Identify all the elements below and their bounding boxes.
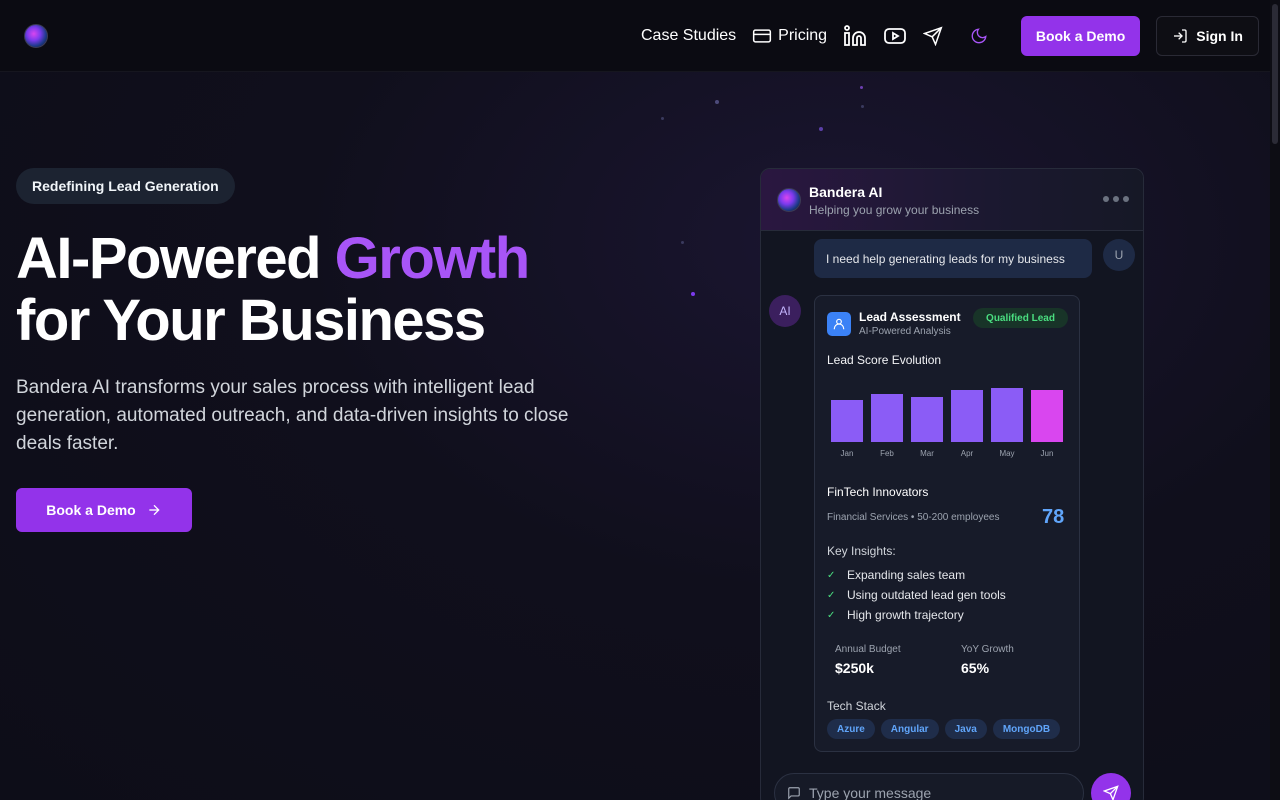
hero-badge: Redefining Lead Generation: [16, 168, 235, 204]
send-icon[interactable]: [921, 24, 945, 48]
check-icon: ✓: [827, 589, 836, 601]
chart-tick-label: Jun: [1041, 449, 1054, 458]
more-options-icon[interactable]: [1103, 196, 1129, 202]
chart-bar-jun: [1031, 390, 1063, 442]
scrollbar-thumb[interactable]: [1272, 4, 1278, 144]
chart-bar-mar: [911, 397, 943, 442]
chart-tick-label: May: [999, 449, 1014, 458]
insight-item: ✓ Expanding sales team: [827, 568, 965, 582]
book-demo-button[interactable]: Book a Demo: [1021, 16, 1141, 56]
insight-text: High growth trajectory: [847, 608, 964, 622]
check-icon: ✓: [827, 609, 836, 621]
insight-item: ✓ Using outdated lead gen tools: [827, 588, 1006, 602]
chat-subtitle: Helping you grow your business: [809, 203, 980, 217]
login-icon: [1174, 29, 1187, 43]
nav-links: Case Studies Pricing Book a Demo Sign In: [641, 16, 1260, 56]
chart-tick-label: Jan: [841, 449, 854, 458]
check-icon: ✓: [827, 569, 836, 581]
chat-header: Bandera AI Helping you grow your busines…: [761, 169, 1143, 231]
nav-pricing-label: Pricing: [778, 27, 828, 44]
chart-bar-may: [991, 388, 1023, 442]
tech-tag: Azure: [827, 719, 875, 739]
chart-tick-label: Mar: [920, 449, 934, 458]
budget-value: $250k: [835, 660, 874, 676]
tech-tag: Java: [944, 719, 987, 739]
chart-bar-feb: [871, 394, 903, 442]
chart-bar-apr: [951, 390, 983, 442]
qualified-lead-badge: Qualified Lead: [973, 308, 1068, 328]
lead-score: 78: [1042, 506, 1065, 528]
hero-title-accent: Growth: [334, 226, 530, 291]
user-avatar: U: [1103, 239, 1135, 271]
credit-card-icon: [753, 29, 772, 43]
particle-dot: [661, 117, 664, 120]
particle-dot: [860, 86, 863, 89]
youtube-icon[interactable]: [883, 24, 907, 48]
budget-label: Annual Budget: [835, 644, 901, 655]
particle-dot: [861, 105, 864, 108]
hero-title-part1: AI-Powered: [16, 226, 335, 291]
tech-stack-label: Tech Stack: [827, 699, 886, 713]
send-message-button[interactable]: [1091, 773, 1131, 800]
sign-in-label: Sign In: [1196, 28, 1243, 44]
hero-cta-label: Book a Demo: [46, 502, 136, 518]
hero-book-demo-button[interactable]: Book a Demo: [16, 488, 192, 532]
company-name: FinTech Innovators: [827, 485, 929, 499]
chart-bar-jan: [831, 400, 863, 442]
growth-value: 65%: [961, 660, 990, 676]
sign-in-button[interactable]: Sign In: [1156, 16, 1260, 56]
chart-tick-label: Feb: [880, 449, 894, 458]
user-message: I need help generating leads for my busi…: [814, 239, 1092, 278]
particle-dot: [681, 241, 684, 244]
lead-score-chart: Jan Feb Mar Apr May Jun: [831, 388, 1063, 458]
moon-icon[interactable]: [967, 24, 991, 48]
particle-dot: [691, 292, 695, 296]
arrow-right-icon: [149, 504, 160, 516]
particle-dot: [819, 127, 823, 131]
chart-tick-label: Apr: [961, 449, 974, 458]
chat-panel: Bandera AI Helping you grow your busines…: [760, 168, 1144, 800]
nav-case-studies[interactable]: Case Studies: [641, 27, 736, 45]
growth-label: YoY Growth: [961, 644, 1014, 655]
insight-item: ✓ High growth trajectory: [827, 608, 964, 622]
send-icon: [1103, 785, 1119, 800]
tech-tag: Angular: [880, 719, 939, 739]
tech-tag: MongoDB: [992, 719, 1061, 739]
message-input[interactable]: Type your message: [774, 773, 1084, 800]
message-icon: [788, 787, 800, 800]
hero-title-line2: for Your Business: [16, 288, 486, 353]
page-scrollbar[interactable]: [1270, 0, 1280, 800]
tech-stack-tags: Azure Angular Java MongoDB: [827, 719, 1061, 739]
insight-text: Expanding sales team: [847, 568, 966, 582]
brand-logo[interactable]: [24, 24, 48, 48]
particle-dot: [715, 100, 719, 104]
ai-avatar: AI: [769, 295, 801, 327]
message-placeholder: Type your message: [809, 785, 932, 800]
hero-title: AI-Powered Growth for Your Business: [16, 228, 636, 352]
linkedin-icon[interactable]: [843, 24, 867, 48]
top-navigation: Case Studies Pricing Book a Demo Sign In: [0, 0, 1270, 72]
hero-subtitle: Bandera AI transforms your sales process…: [16, 377, 569, 454]
nav-pricing[interactable]: Pricing: [752, 26, 827, 46]
card-title: Lead Assessment: [859, 310, 961, 324]
chart-label: Lead Score Evolution: [827, 353, 942, 367]
chat-logo: [777, 188, 801, 212]
lead-assessment-card: Lead Assessment AI-Powered Analysis Qual…: [814, 295, 1080, 752]
chat-title: Bandera AI: [809, 184, 883, 200]
user-icon: [827, 312, 851, 336]
company-meta: Financial Services • 50-200 employees: [827, 512, 1000, 523]
insight-text: Using outdated lead gen tools: [847, 588, 1006, 602]
card-subtitle: AI-Powered Analysis: [859, 326, 951, 337]
insights-label: Key Insights:: [827, 544, 896, 558]
